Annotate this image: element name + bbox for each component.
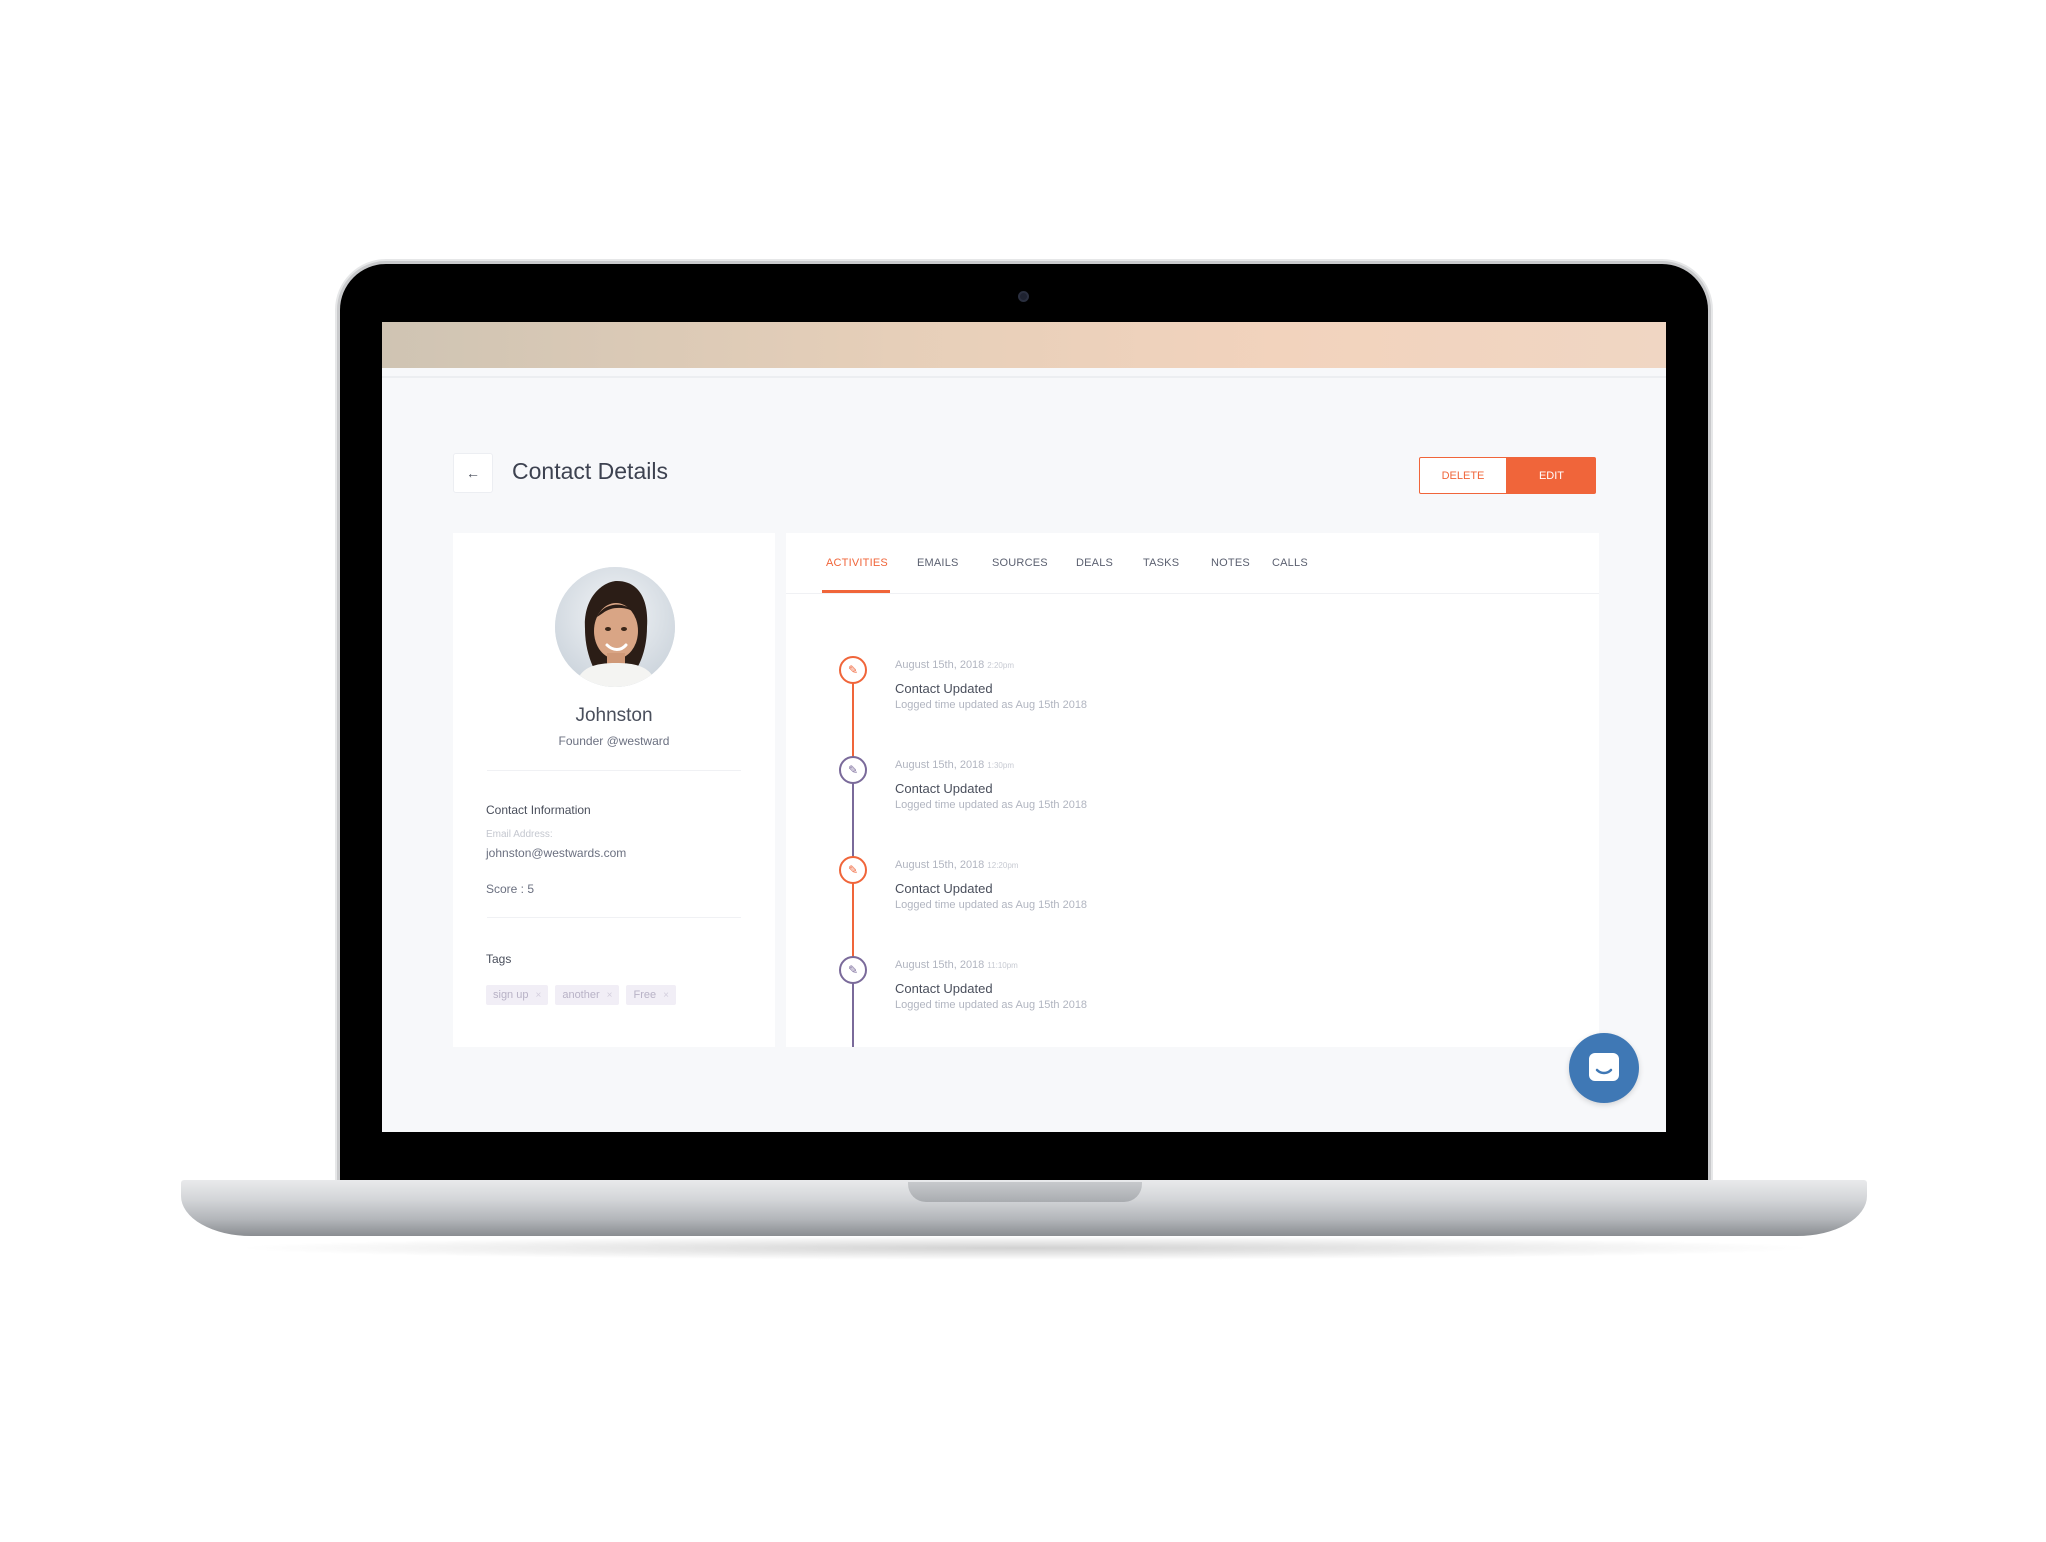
tag-list: sign up × another × Free × (486, 985, 676, 1005)
avatar (555, 567, 675, 687)
laptop-notch (908, 1182, 1142, 1202)
tag[interactable]: sign up × (486, 985, 549, 1005)
tag[interactable]: Free × (626, 985, 676, 1005)
activity-title: Contact Updated (895, 681, 993, 696)
tab-emails[interactable]: EMAILS (917, 557, 959, 569)
back-button[interactable]: ← (453, 453, 493, 493)
tab-bar: ACTIVITIES EMAILS SOURCES DEALS TASKS NO… (786, 533, 1599, 594)
timeline-line (852, 881, 854, 961)
activity-description: Logged time updated as Aug 15th 2018 (895, 999, 1088, 1011)
email-label: Email Address: (486, 829, 553, 840)
tag-label: Free (633, 989, 657, 1001)
close-icon[interactable]: × (663, 990, 669, 1001)
tab-tasks[interactable]: TASKS (1143, 557, 1179, 569)
chat-button[interactable] (1569, 1033, 1639, 1103)
active-tab-indicator (822, 590, 890, 593)
activity-title: Contact Updated (895, 881, 993, 896)
action-buttons: DELETE EDIT (1419, 457, 1596, 494)
tab-notes[interactable]: NOTES (1211, 557, 1250, 569)
tags-title: Tags (486, 952, 512, 966)
timeline-line (852, 981, 854, 1047)
activity-panel: ACTIVITIES EMAILS SOURCES DEALS TASKS NO… (786, 533, 1599, 1047)
activity-date: August 15th, 2018 12:20pm (895, 859, 1019, 871)
pencil-icon: ✎ (839, 956, 867, 984)
timeline-line (852, 781, 854, 861)
activity-description: Logged time updated as Aug 15th 2018 (895, 799, 1088, 811)
tag[interactable]: another × (555, 985, 620, 1005)
chat-bubble-icon (1589, 1053, 1619, 1081)
arrow-left-icon: ← (466, 465, 480, 481)
pencil-icon: ✎ (839, 756, 867, 784)
tab-sources[interactable]: SOURCES (992, 557, 1048, 569)
header-divider (382, 376, 1666, 378)
contact-name: Johnston (575, 705, 653, 726)
activity-description: Logged time updated as Aug 15th 2018 (895, 899, 1088, 911)
activity-title: Contact Updated (895, 781, 993, 796)
contact-info-title: Contact Information (486, 803, 591, 817)
tag-label: sign up (493, 989, 529, 1001)
close-icon[interactable]: × (535, 990, 541, 1001)
tab-deals[interactable]: DEALS (1076, 557, 1113, 569)
laptop-shadow (230, 1236, 1820, 1260)
activity-date: August 15th, 2018 11:10pm (895, 959, 1018, 971)
profile-card: Johnston Founder @westward Contact Infor… (453, 533, 775, 1047)
activity-description: Logged time updated as Aug 15th 2018 (895, 699, 1088, 711)
activity-date: August 15th, 2018 2:20pm (895, 659, 1014, 671)
contact-role: Founder @westward (558, 734, 670, 748)
divider (487, 917, 741, 918)
pencil-icon: ✎ (839, 656, 867, 684)
pencil-icon: ✎ (839, 856, 867, 884)
tab-calls[interactable]: CALLS (1272, 557, 1308, 569)
page-title: Contact Details (512, 458, 668, 484)
tag-label: another (562, 989, 600, 1001)
divider (487, 770, 741, 771)
activity-title: Contact Updated (895, 981, 993, 996)
activity-date: August 15th, 2018 1:30pm (895, 759, 1014, 771)
top-banner (382, 322, 1666, 368)
close-icon[interactable]: × (607, 990, 613, 1001)
email-value[interactable]: johnston@westwards.com (486, 846, 626, 860)
score-value: Score : 5 (486, 882, 535, 896)
app-screen: ← Contact Details DELETE EDIT Johnston F… (382, 322, 1666, 1132)
edit-button[interactable]: EDIT (1507, 457, 1596, 494)
timeline-line (852, 681, 854, 761)
delete-button[interactable]: DELETE (1419, 457, 1507, 494)
camera-icon (1018, 291, 1029, 302)
tab-activities[interactable]: ACTIVITIES (826, 557, 888, 569)
